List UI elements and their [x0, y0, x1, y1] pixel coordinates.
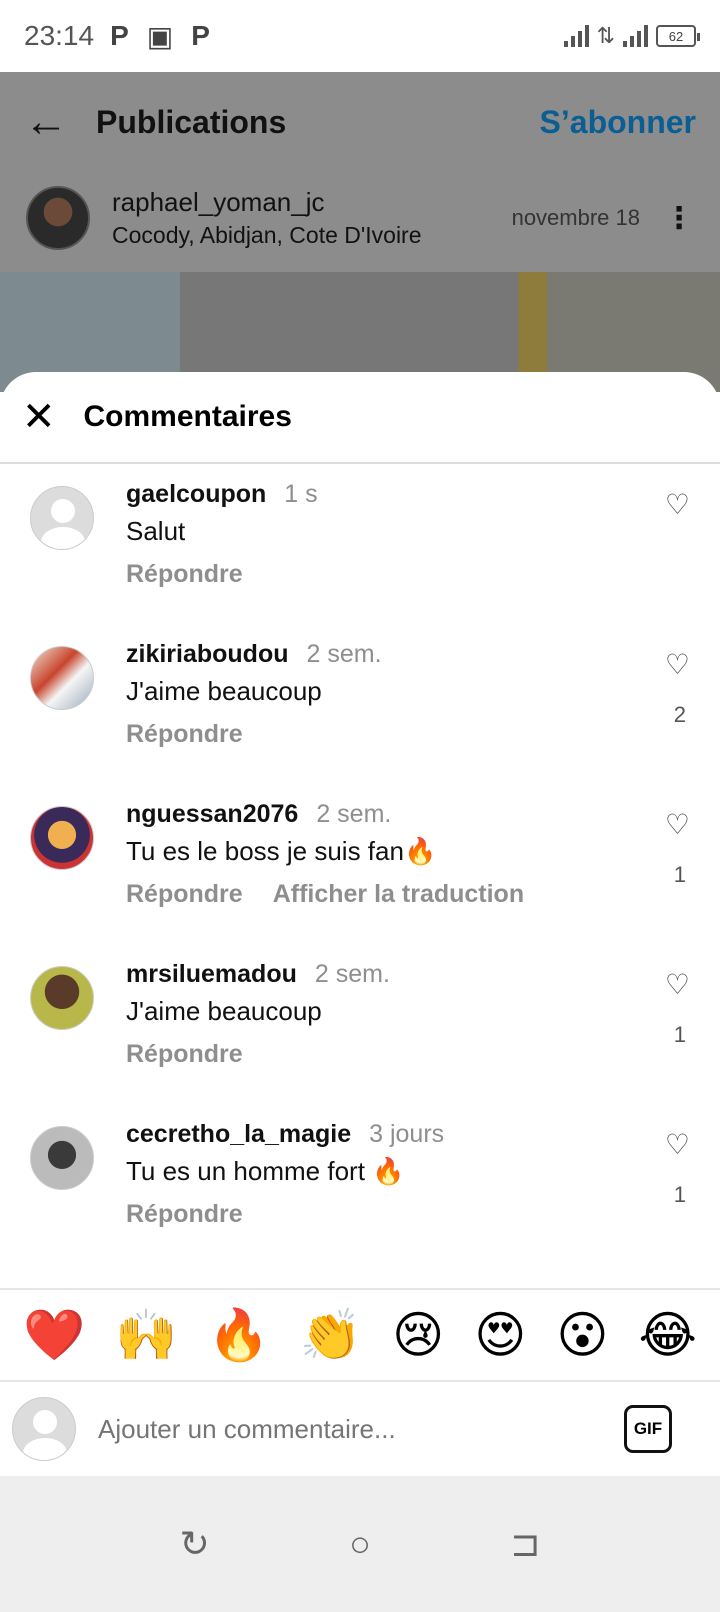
avatar[interactable] — [30, 486, 94, 550]
comment-text: Salut — [126, 516, 186, 546]
gif-button[interactable]: GIF — [624, 1405, 672, 1453]
emoji-reaction-bar: ❤️ 🙌 🔥 👏 😢 😍 😮 😂 — [0, 1288, 720, 1382]
comment-username[interactable]: zikiriaboudou — [126, 640, 289, 668]
gif-label: GIF — [633, 1419, 663, 1438]
comment-time: 3 jours — [369, 1120, 445, 1148]
post-background: ← Publications S’abonner raphael_yoman_j… — [0, 72, 720, 392]
home-icon[interactable]: ○ — [349, 1523, 371, 1565]
emoji-fire[interactable]: 🔥 — [208, 1310, 270, 1360]
status-time: 23:14 — [24, 20, 95, 51]
sheet-header: ✕ Commentaires — [0, 372, 720, 464]
comment-username[interactable]: mrsiluemadou — [126, 960, 297, 988]
signal-icon — [563, 25, 589, 47]
author-avatar[interactable] — [26, 186, 90, 250]
comment-time: 2 sem. — [314, 960, 390, 988]
comment-item: gaelcoupon 1 s Salut Répondre ♡ — [0, 466, 720, 630]
post-header: ← Publications S’abonner — [0, 72, 720, 172]
comment-text: Tu es un homme fort 🔥 — [126, 1156, 405, 1186]
system-nav-bar: ↻ ○ ⊐ — [0, 1476, 720, 1612]
comment-composer: GIF — [0, 1382, 720, 1476]
like-count: 1 — [673, 1182, 686, 1207]
emoji-raised-hands[interactable]: 🙌 — [115, 1310, 177, 1360]
comment-input[interactable] — [98, 1413, 624, 1445]
comment-text: J'aime beaucoup — [126, 996, 322, 1026]
avatar[interactable] — [30, 966, 94, 1030]
avatar[interactable] — [30, 1126, 94, 1190]
avatar[interactable] — [30, 646, 94, 710]
emoji-surprised[interactable]: 😮 — [556, 1310, 608, 1360]
close-icon[interactable]: ✕ — [22, 397, 56, 437]
comment-item: zikiriaboudou 2 sem. J'aime beaucoup Répo… — [0, 626, 720, 790]
reply-button[interactable]: Répondre — [126, 1040, 243, 1068]
back-arrow-icon[interactable]: ← — [24, 97, 68, 147]
post-date: novembre 18 — [511, 205, 640, 230]
back-icon[interactable]: ⊐ — [510, 1523, 540, 1565]
battery-icon: 62 — [656, 25, 700, 47]
comment-time: 2 sem. — [316, 800, 392, 828]
comment-time: 1 s — [284, 480, 318, 508]
reply-button[interactable]: Répondre — [126, 880, 243, 908]
heart-icon[interactable]: ♡ — [665, 648, 690, 681]
more-options-icon[interactable]: ⋮ — [664, 201, 694, 236]
heart-icon[interactable]: ♡ — [665, 1128, 690, 1161]
p-icon: P — [110, 20, 129, 51]
heart-icon[interactable]: ♡ — [665, 488, 690, 521]
signal-hplus-icon — [623, 25, 648, 47]
reply-button[interactable]: Répondre — [126, 1200, 243, 1228]
p-icon: P — [191, 20, 210, 51]
comment-item: mrsiluemadou 2 sem. J'aime beaucoup Répon… — [0, 946, 720, 1110]
post-location[interactable]: Cocody, Abidjan, Cote D'Ivoire — [112, 222, 422, 249]
app-icon: ▣ — [146, 20, 174, 52]
avatar[interactable] — [30, 806, 94, 870]
reply-button[interactable]: Répondre — [126, 560, 243, 588]
post-author-row: raphael_yoman_jc Cocody, Abidjan, Cote D… — [0, 172, 720, 264]
comment-text: Tu es le boss je suis fan🔥 — [126, 836, 437, 866]
data-arrows-icon: ⇅ — [596, 23, 615, 48]
emoji-crying[interactable]: 😢 — [392, 1310, 444, 1360]
recent-apps-icon[interactable]: ↻ — [180, 1523, 210, 1565]
emoji-laughing[interactable]: 😂 — [639, 1310, 697, 1360]
translate-button[interactable]: Afficher la traduction — [273, 880, 524, 908]
heart-icon[interactable]: ♡ — [665, 968, 690, 1001]
page-title: Publications — [96, 103, 287, 140]
follow-button[interactable]: S’abonner — [540, 104, 696, 141]
comment-list[interactable]: gaelcoupon 1 s Salut Répondre ♡ zikiriabo… — [0, 466, 720, 1316]
my-avatar — [12, 1397, 76, 1461]
like-count: 1 — [673, 862, 686, 887]
reply-button[interactable]: Répondre — [126, 720, 243, 748]
sheet-title: Commentaires — [83, 400, 292, 433]
comment-text: J'aime beaucoup — [126, 676, 322, 706]
like-count: 1 — [673, 1022, 686, 1047]
comment-item: cecretho_la_magie 3 jours Tu es un homme … — [0, 1106, 720, 1270]
emoji-clap[interactable]: 👏 — [300, 1310, 362, 1360]
battery-level: 62 — [668, 28, 684, 44]
comment-username[interactable]: cecretho_la_magie — [126, 1120, 351, 1148]
emoji-heart-eyes[interactable]: 😍 — [474, 1310, 526, 1360]
comment-time: 2 sem. — [306, 640, 382, 668]
comment-username[interactable]: nguessan2076 — [126, 800, 298, 828]
like-count: 2 — [673, 702, 686, 727]
status-bar: 23:14 P ▣ P ⇅ 62 — [0, 0, 720, 72]
comment-username[interactable]: gaelcoupon — [126, 480, 266, 508]
comment-item: nguessan2076 2 sem. Tu es le boss je suis… — [0, 786, 720, 950]
heart-icon[interactable]: ♡ — [665, 808, 690, 841]
author-username[interactable]: raphael_yoman_jc — [112, 187, 422, 218]
emoji-heart[interactable]: ❤️ — [23, 1310, 85, 1360]
